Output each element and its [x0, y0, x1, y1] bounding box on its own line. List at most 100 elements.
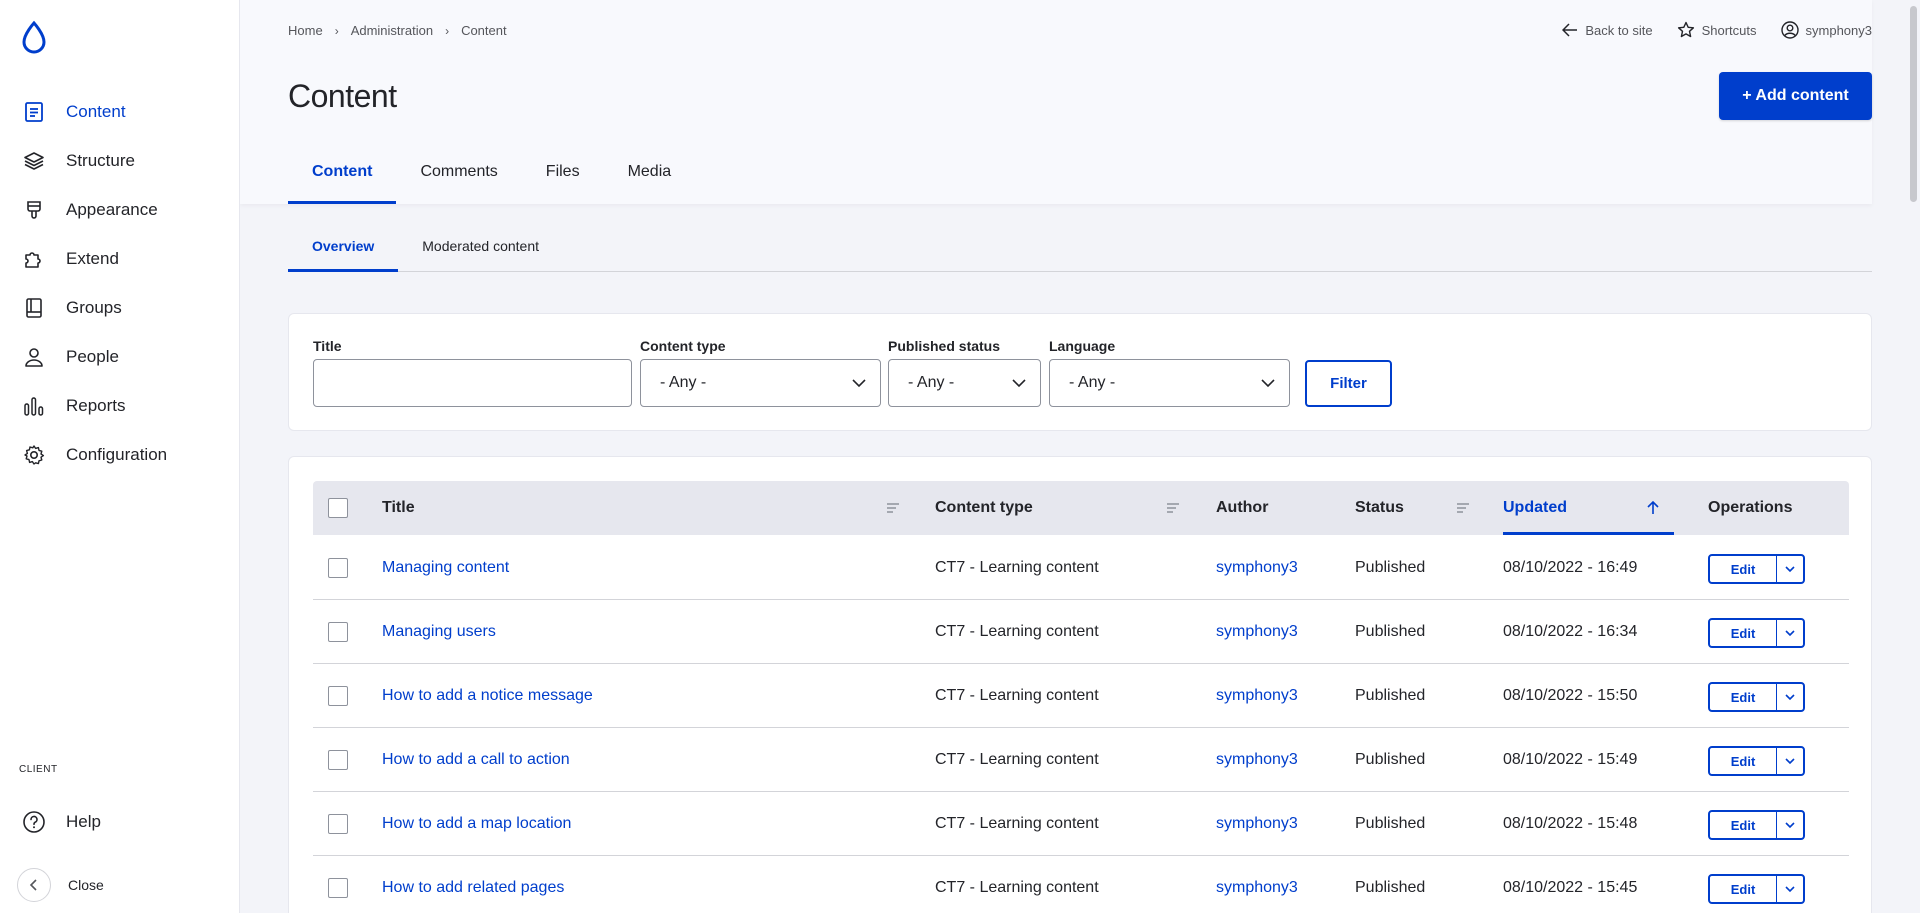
person-icon [22, 345, 46, 369]
edit-button[interactable]: Edit [1710, 812, 1777, 838]
chevron-down-icon [1261, 378, 1275, 387]
content-title-link[interactable]: Managing content [382, 559, 509, 577]
title-filter-input[interactable] [313, 359, 632, 407]
edit-button[interactable]: Edit [1710, 684, 1777, 710]
content-title-link[interactable]: How to add a notice message [382, 687, 593, 705]
author-link[interactable]: symphony3 [1216, 687, 1298, 705]
sidebar-item-label: Configuration [66, 444, 168, 464]
operations-toggle[interactable] [1777, 556, 1803, 582]
column-header-title[interactable]: Title [382, 481, 415, 535]
row-checkbox[interactable] [328, 814, 348, 834]
row-select-cell [328, 600, 348, 664]
operations-toggle[interactable] [1777, 620, 1803, 646]
title-filter-label: Title [313, 338, 342, 354]
sidebar-item-structure[interactable]: Structure [0, 136, 240, 185]
edit-button[interactable]: Edit [1710, 620, 1777, 646]
edit-button[interactable]: Edit [1710, 876, 1777, 902]
filter-button[interactable]: Filter [1305, 360, 1392, 407]
sidebar-item-people[interactable]: People [0, 332, 240, 381]
edit-button[interactable]: Edit [1710, 748, 1777, 774]
published-status-select[interactable]: - Any - [888, 359, 1041, 407]
content-title-link[interactable]: How to add related pages [382, 879, 564, 897]
tab-overview[interactable]: Overview [288, 225, 399, 272]
content-table: Title Content type Author Status Updated… [288, 456, 1872, 913]
sidebar-item-help[interactable]: Help [22, 810, 101, 834]
tab-comments[interactable]: Comments [396, 145, 521, 204]
table-row: How to add a notice message CT7 - Learnin… [313, 664, 1849, 728]
drupal-drop-icon[interactable] [20, 20, 48, 56]
operations-toggle[interactable] [1777, 876, 1803, 902]
sidebar-item-extend[interactable]: Extend [0, 234, 240, 283]
author-link[interactable]: symphony3 [1216, 559, 1298, 577]
scrollbar-thumb[interactable] [1910, 6, 1917, 202]
sidebar-item-appearance[interactable]: Appearance [0, 185, 240, 234]
author-link[interactable]: symphony3 [1216, 751, 1298, 769]
tab-moderated-content[interactable]: Moderated content [398, 225, 563, 271]
sidebar-item-groups[interactable]: Groups [0, 283, 240, 332]
author-link[interactable]: symphony3 [1216, 879, 1298, 897]
operations-dropbutton: Edit [1708, 746, 1805, 776]
select-all-checkbox[interactable] [328, 498, 348, 518]
column-header-status[interactable]: Status [1355, 481, 1404, 535]
row-checkbox[interactable] [328, 686, 348, 706]
chevron-down-icon [1785, 693, 1795, 700]
help-label: Help [66, 812, 101, 831]
edit-button[interactable]: Edit [1710, 556, 1777, 582]
arrow-left-icon [1562, 23, 1578, 37]
language-select[interactable]: - Any - [1049, 359, 1290, 407]
chevron-left-icon [17, 868, 51, 902]
chevron-right-icon: › [334, 23, 339, 38]
sort-icon[interactable] [886, 481, 900, 535]
operations-toggle[interactable] [1777, 684, 1803, 710]
tab-files[interactable]: Files [522, 145, 604, 204]
column-header-updated[interactable]: Updated [1503, 481, 1567, 535]
page-scrollbar[interactable] [1906, 0, 1920, 913]
sort-icon[interactable] [1456, 481, 1470, 535]
row-checkbox[interactable] [328, 558, 348, 578]
author-link[interactable]: symphony3 [1216, 623, 1298, 641]
author-cell: symphony3 [1216, 728, 1298, 792]
row-checkbox[interactable] [328, 878, 348, 898]
arrow-up-icon[interactable] [1647, 481, 1659, 535]
content-title-link[interactable]: Managing users [382, 623, 496, 641]
table-row: Managing users CT7 - Learning content symp… [313, 600, 1849, 664]
tab-content[interactable]: Content [288, 145, 397, 204]
sidebar-item-content[interactable]: Content [0, 87, 240, 136]
content-type-select-value: - Any - [660, 374, 707, 391]
content-title-link[interactable]: How to add a map location [382, 815, 571, 833]
operations-toggle[interactable] [1777, 748, 1803, 774]
row-checkbox[interactable] [328, 750, 348, 770]
content-type-select[interactable]: - Any - [640, 359, 881, 407]
filter-form: Title Content type - Any - Published sta… [288, 313, 1872, 431]
row-checkbox[interactable] [328, 622, 348, 642]
status-cell: Published [1355, 815, 1426, 832]
title-cell: How to add a map location [382, 792, 571, 856]
table-row: How to add related pages CT7 - Learning c… [313, 856, 1849, 913]
sort-icon[interactable] [1166, 481, 1180, 535]
sidebar-item-label: Structure [66, 150, 135, 170]
content-type-cell: CT7 - Learning content [935, 751, 1099, 768]
sidebar-item-configuration[interactable]: Configuration [0, 430, 240, 479]
add-content-button[interactable]: + Add content [1719, 72, 1872, 120]
shortcuts-link[interactable]: Shortcuts [1677, 21, 1757, 39]
operations-toggle[interactable] [1777, 812, 1803, 838]
tab-media[interactable]: Media [604, 145, 696, 204]
primary-tabs: Content Comments Files Media [288, 145, 695, 204]
content-title-link[interactable]: How to add a call to action [382, 751, 570, 769]
sidebar-item-reports[interactable]: Reports [0, 381, 240, 430]
row-select-cell [328, 856, 348, 913]
select-all-cell [328, 481, 348, 535]
title-cell: Managing content [382, 536, 509, 600]
breadcrumb-administration[interactable]: Administration [351, 23, 433, 38]
back-to-site-link[interactable]: Back to site [1562, 23, 1653, 38]
published-status-filter: Published status - Any - [888, 338, 1041, 407]
updated-cell: 08/10/2022 - 15:45 [1503, 879, 1638, 896]
user-menu[interactable]: symphony3 [1780, 21, 1872, 39]
column-header-content-type[interactable]: Content type [935, 481, 1033, 535]
author-link[interactable]: symphony3 [1216, 815, 1298, 833]
layers-icon [22, 149, 46, 173]
breadcrumb-home[interactable]: Home [288, 23, 323, 38]
content-type-filter-label: Content type [640, 338, 726, 354]
sidebar-collapse-button[interactable]: Close [17, 868, 104, 902]
breadcrumb: Home › Administration › Content [288, 23, 507, 38]
